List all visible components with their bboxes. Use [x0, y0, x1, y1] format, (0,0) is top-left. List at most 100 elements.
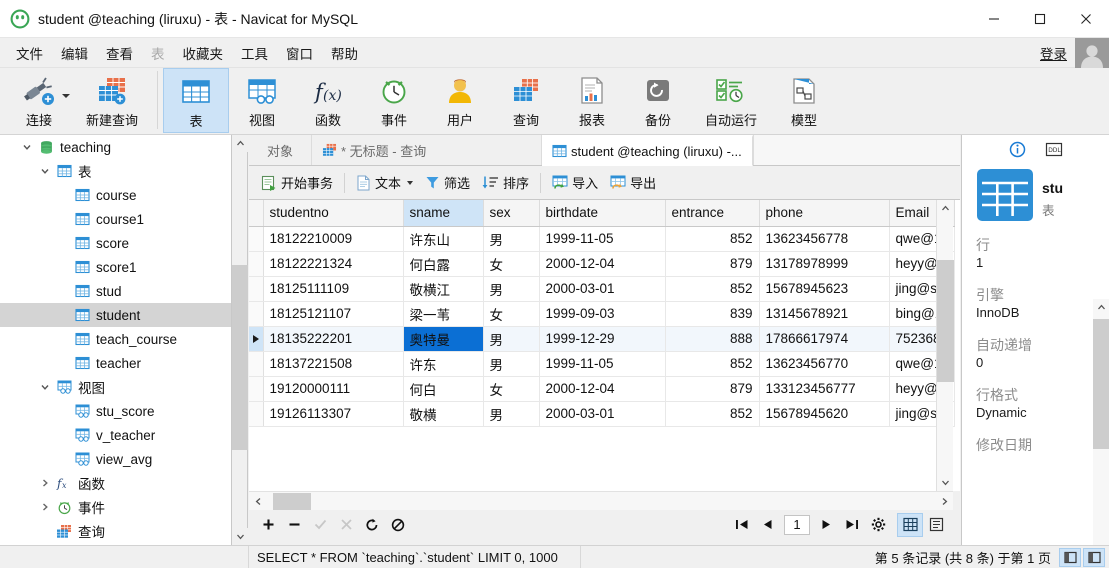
object-tree-sidebar[interactable]: teaching 表 course course1 score score1 s… [0, 135, 232, 545]
cell-studentno[interactable]: 19126113307 [263, 401, 404, 427]
tree-table-stud[interactable]: stud [0, 279, 231, 303]
tab-student-table[interactable]: student @teaching (liruxu) -... [542, 135, 753, 166]
column-header-birthdate[interactable]: birthdate [539, 200, 666, 227]
last-page-button[interactable] [841, 514, 863, 536]
cell-entrance[interactable]: 852 [665, 276, 760, 302]
column-header-sname[interactable]: sname [403, 200, 484, 227]
scroll-up-icon[interactable] [937, 200, 954, 217]
table-row[interactable]: 19126113307 敬横 男 2000-03-01 852 15678945… [249, 401, 955, 427]
cell-sname[interactable]: 何白露 [403, 251, 484, 277]
column-header-entrance[interactable]: entrance [665, 200, 760, 227]
table-row[interactable]: 19120000111 何白 女 2000-12-04 879 13312345… [249, 376, 955, 402]
row-marker[interactable] [249, 251, 264, 277]
chevron-down-icon[interactable] [36, 382, 54, 392]
toolbar-table[interactable]: 表 [163, 68, 229, 133]
filter-button[interactable]: 筛选 [419, 170, 476, 196]
cell-birthdate[interactable]: 2000-12-04 [539, 251, 666, 277]
table-row[interactable]: 18137221508 许东 男 1999-11-05 852 13623456… [249, 351, 955, 377]
chevron-down-icon[interactable] [18, 142, 36, 152]
cell-entrance[interactable]: 879 [665, 251, 760, 277]
ddl-tab[interactable]: DDL [1043, 139, 1065, 161]
tree-table-teach-course[interactable]: teach_course [0, 327, 231, 351]
cell-phone[interactable]: 13178978999 [759, 251, 890, 277]
refresh-button[interactable] [361, 514, 383, 536]
info-panel-scroll-thumb[interactable] [1093, 319, 1109, 449]
grid-vertical-scrollbar[interactable] [936, 200, 954, 491]
tree-database-teaching[interactable]: teaching [0, 135, 231, 159]
toggle-left-pane-button[interactable] [1059, 547, 1081, 567]
cell-studentno[interactable]: 18122221324 [263, 251, 404, 277]
tree-view-stu-score[interactable]: stu_score [0, 399, 231, 423]
chevron-right-icon[interactable] [36, 502, 54, 512]
row-marker[interactable] [249, 276, 264, 302]
tree-group-functions[interactable]: fx 函数 [0, 471, 231, 495]
grid-horizontal-scrollbar[interactable] [249, 491, 953, 510]
tree-table-course[interactable]: course [0, 183, 231, 207]
cell-entrance[interactable]: 852 [665, 401, 760, 427]
grid-settings-button[interactable] [867, 514, 889, 536]
cell-phone[interactable]: 13623456778 [759, 226, 890, 252]
data-grid[interactable]: studentno sname sex birthdate entrance p… [249, 200, 960, 491]
row-marker[interactable] [249, 351, 264, 377]
cell-sex[interactable]: 男 [483, 226, 540, 252]
tree-table-course1[interactable]: course1 [0, 207, 231, 231]
cell-studentno[interactable]: 18122210009 [263, 226, 404, 252]
toolbar-report[interactable]: 报表 [559, 68, 625, 133]
menu-edit[interactable]: 编辑 [52, 38, 97, 68]
cell-phone[interactable]: 13145678921 [759, 301, 890, 327]
sidebar-scrollbar[interactable] [232, 135, 248, 545]
form-view-toggle[interactable] [923, 513, 949, 537]
tree-table-teacher[interactable]: teacher [0, 351, 231, 375]
cell-sname[interactable]: 许东 [403, 351, 484, 377]
toolbar-model[interactable]: 模型 [771, 68, 837, 133]
cell-birthdate[interactable]: 2000-03-01 [539, 401, 666, 427]
tree-table-score1[interactable]: score1 [0, 255, 231, 279]
minimize-button[interactable] [971, 0, 1017, 38]
tree-group-tables[interactable]: 表 [0, 159, 231, 183]
toolbar-new-query[interactable]: 新建查询 [72, 68, 152, 133]
table-row[interactable]: 18122210009 许东山 男 1999-11-05 852 1362345… [249, 226, 955, 252]
cell-studentno[interactable]: 18137221508 [263, 351, 404, 377]
cell-entrance[interactable]: 852 [665, 226, 760, 252]
toolbar-backup[interactable]: 备份 [625, 68, 691, 133]
info-panel-scrollbar[interactable] [1093, 299, 1109, 545]
chevron-down-icon[interactable] [62, 94, 70, 98]
avatar[interactable] [1075, 37, 1109, 68]
menu-favorites[interactable]: 收藏夹 [174, 38, 233, 68]
delete-record-button[interactable] [283, 514, 305, 536]
chevron-down-icon[interactable] [36, 166, 54, 176]
row-marker[interactable] [249, 226, 264, 252]
scroll-right-icon[interactable] [935, 492, 953, 511]
cell-birthdate[interactable]: 2000-03-01 [539, 276, 666, 302]
cell-sname[interactable]: 奥特曼 [403, 326, 484, 352]
text-button[interactable]: 文本 [350, 170, 419, 196]
cell-phone[interactable]: 133123456777 [759, 376, 890, 402]
row-marker[interactable] [249, 376, 264, 402]
cell-entrance[interactable]: 839 [665, 301, 760, 327]
cell-studentno[interactable]: 18125111109 [263, 276, 404, 302]
tree-table-student[interactable]: student [0, 303, 231, 327]
toolbar-query[interactable]: 查询 [493, 68, 559, 133]
info-tab[interactable] [1007, 139, 1029, 161]
sort-button[interactable]: 排序 [476, 170, 535, 196]
cell-phone[interactable]: 15678945620 [759, 401, 890, 427]
row-marker[interactable] [249, 401, 264, 427]
chevron-down-icon[interactable] [407, 180, 414, 185]
page-number-input[interactable]: 1 [784, 514, 810, 535]
close-button[interactable] [1063, 0, 1109, 38]
column-header-sex[interactable]: sex [483, 200, 540, 227]
stop-button[interactable] [387, 514, 409, 536]
cell-entrance[interactable]: 888 [665, 326, 760, 352]
tree-group-queries[interactable]: 查询 [0, 519, 231, 543]
cell-birthdate[interactable]: 1999-11-05 [539, 351, 666, 377]
tree-group-events[interactable]: 事件 [0, 495, 231, 519]
tree-view-view-avg[interactable]: view_avg [0, 447, 231, 471]
cell-studentno[interactable]: 18125121107 [263, 301, 404, 327]
toolbar-user[interactable]: 用户 [427, 68, 493, 133]
cell-sex[interactable]: 男 [483, 351, 540, 377]
cell-sex[interactable]: 男 [483, 276, 540, 302]
cell-phone[interactable]: 17866617974 [759, 326, 890, 352]
cell-entrance[interactable]: 852 [665, 351, 760, 377]
scroll-down-icon[interactable] [232, 528, 248, 545]
toolbar-connection[interactable]: 连接 [6, 68, 72, 133]
